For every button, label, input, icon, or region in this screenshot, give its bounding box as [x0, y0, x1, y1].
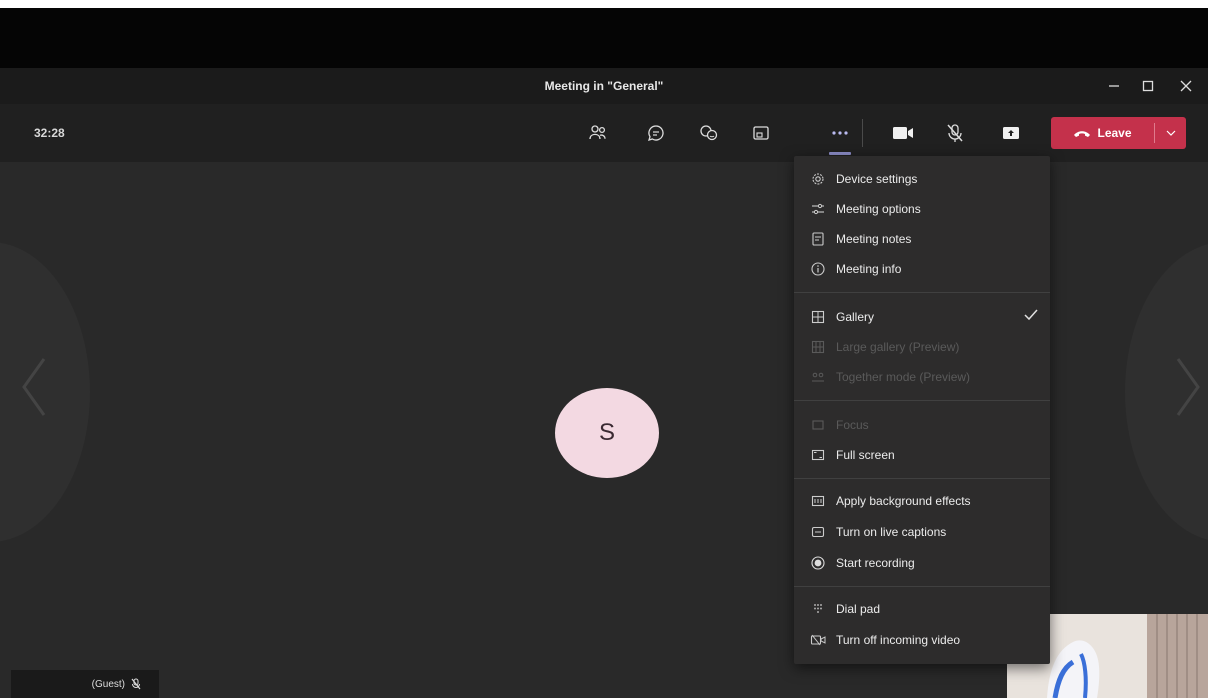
record-icon	[810, 555, 826, 571]
menu-item-label: Meeting info	[836, 262, 902, 276]
mute-button[interactable]	[940, 118, 970, 148]
participant-avatar: S	[555, 388, 659, 478]
menu-item-together-mode: Together mode (Preview)	[794, 362, 1050, 392]
close-icon	[1180, 80, 1192, 92]
meeting-timer: 32:28	[34, 126, 65, 140]
menu-item-label: Turn off incoming video	[836, 633, 961, 647]
toolbar-divider	[862, 119, 863, 147]
guest-label: (Guest)	[91, 678, 125, 690]
leave-main-button[interactable]: Leave	[1051, 117, 1154, 149]
share-screen-button[interactable]	[996, 118, 1026, 148]
top-strip	[0, 0, 1208, 8]
more-dots-icon	[832, 131, 848, 135]
menu-item-label: Together mode (Preview)	[836, 370, 971, 384]
menu-item-label: Meeting notes	[836, 232, 912, 246]
menu-item-focus: Focus	[794, 410, 1050, 440]
next-page-button[interactable]	[1168, 347, 1208, 427]
leave-options-button[interactable]	[1155, 117, 1186, 149]
menu-item-live-captions[interactable]: Turn on live captions	[794, 517, 1050, 547]
previous-page-button[interactable]	[14, 347, 54, 427]
menu-item-meeting-options[interactable]: Meeting options	[794, 194, 1050, 224]
rooms-icon	[753, 126, 769, 140]
camera-icon	[893, 127, 913, 139]
mic-off-icon	[131, 678, 141, 690]
reactions-icon	[700, 125, 718, 141]
menu-item-label: Device settings	[836, 172, 918, 186]
menu-item-label: Large gallery (Preview)	[836, 340, 960, 354]
close-button[interactable]	[1166, 68, 1206, 104]
menu-item-label: Dial pad	[836, 602, 881, 616]
chat-button[interactable]	[641, 118, 671, 148]
menu-item-start-recording[interactable]: Start recording	[794, 548, 1050, 578]
menu-item-label: Meeting options	[836, 202, 921, 216]
background-icon	[810, 493, 826, 509]
menu-item-gallery[interactable]: Gallery	[794, 302, 1050, 332]
grid-icon	[810, 309, 826, 325]
leave-button[interactable]: Leave	[1051, 117, 1186, 149]
maximize-icon	[1142, 80, 1154, 92]
menu-item-device-settings[interactable]: Device settings	[794, 164, 1050, 194]
minimize-icon	[1109, 85, 1119, 87]
reactions-button[interactable]	[694, 118, 724, 148]
participants-button[interactable]	[583, 118, 613, 148]
checkmark-icon	[1024, 309, 1038, 324]
leave-label: Leave	[1097, 126, 1132, 140]
menu-item-meeting-notes[interactable]: Meeting notes	[794, 224, 1050, 254]
menu-item-label: Apply background effects	[836, 494, 971, 508]
menu-divider	[794, 478, 1050, 479]
gear-icon	[810, 171, 826, 187]
menu-divider	[794, 400, 1050, 401]
fullscreen-icon	[810, 447, 826, 463]
hang-up-icon	[1074, 130, 1091, 137]
menu-item-label: Focus	[836, 418, 869, 432]
video-off-icon	[810, 632, 826, 648]
info-icon	[810, 261, 826, 277]
camera-button[interactable]	[888, 118, 918, 148]
maximize-button[interactable]	[1128, 68, 1168, 104]
menu-item-label: Start recording	[836, 556, 915, 570]
more-active-indicator	[829, 152, 851, 155]
chevron-down-icon	[1166, 130, 1175, 136]
menu-item-label: Full screen	[836, 448, 895, 462]
menu-item-large-gallery: Large gallery (Preview)	[794, 332, 1050, 362]
mic-off-icon	[947, 124, 963, 142]
menu-item-full-screen[interactable]: Full screen	[794, 440, 1050, 470]
together-icon	[810, 369, 826, 385]
menu-divider	[794, 586, 1050, 587]
black-band	[0, 8, 1208, 68]
menu-item-dial-pad[interactable]: Dial pad	[794, 594, 1050, 624]
more-actions-menu: Device settings Meeting options Meeting …	[794, 156, 1050, 664]
more-actions-button[interactable]	[825, 118, 855, 148]
chat-icon	[648, 125, 664, 141]
avatar-initial: S	[598, 419, 615, 446]
menu-item-background-effects[interactable]: Apply background effects	[794, 486, 1050, 516]
people-icon	[589, 125, 606, 140]
chevron-left-icon	[22, 358, 46, 416]
window-title: Meeting in "General"	[544, 79, 664, 93]
menu-divider	[794, 292, 1050, 293]
notes-icon	[810, 231, 826, 247]
menu-item-label: Turn on live captions	[836, 525, 947, 539]
guest-name-tag: (Guest)	[11, 670, 159, 698]
large-grid-icon	[810, 339, 826, 355]
sliders-icon	[810, 201, 826, 217]
share-screen-icon	[1003, 127, 1019, 139]
menu-item-turn-off-incoming-video[interactable]: Turn off incoming video	[794, 625, 1050, 655]
focus-icon	[810, 417, 826, 433]
captions-icon	[810, 524, 826, 540]
dialpad-icon	[810, 601, 826, 617]
meeting-toolbar: 32:28 Leave	[0, 104, 1208, 162]
title-bar: Meeting in "General"	[0, 68, 1208, 104]
share-tray-button[interactable]	[746, 118, 776, 148]
chevron-right-icon	[1176, 358, 1200, 416]
menu-item-meeting-info[interactable]: Meeting info	[794, 254, 1050, 284]
menu-item-label: Gallery	[836, 310, 875, 324]
